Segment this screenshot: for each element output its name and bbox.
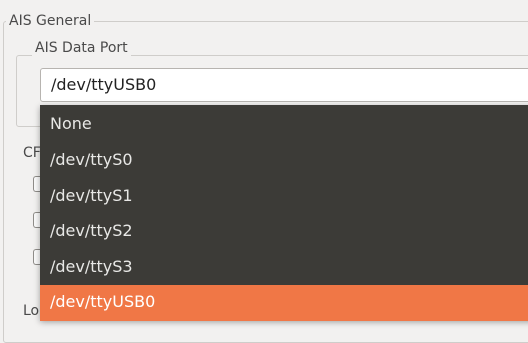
dropdown-option-ttys1[interactable]: /dev/ttyS1 <box>40 179 528 215</box>
ais-data-port-title: AIS Data Port <box>32 40 131 56</box>
dropdown-option-ttys0[interactable]: /dev/ttyS0 <box>40 143 528 179</box>
dropdown-option-none[interactable]: None <box>40 105 528 143</box>
dropdown-option-ttys3[interactable]: /dev/ttyS3 <box>40 250 528 286</box>
port-dropdown-menu: None /dev/ttyS0 /dev/ttyS1 /dev/ttyS2 /d… <box>40 105 528 321</box>
ais-data-port-combobox[interactable]: /dev/ttyUSB0 <box>40 68 528 102</box>
cpa-group-title: CF <box>23 145 41 161</box>
dropdown-option-ttyusb0[interactable]: /dev/ttyUSB0 <box>40 285 528 321</box>
lower-group-title: Lo <box>23 303 40 319</box>
dropdown-option-ttys2[interactable]: /dev/ttyS2 <box>40 214 528 250</box>
ais-general-title: AIS General <box>6 13 95 29</box>
